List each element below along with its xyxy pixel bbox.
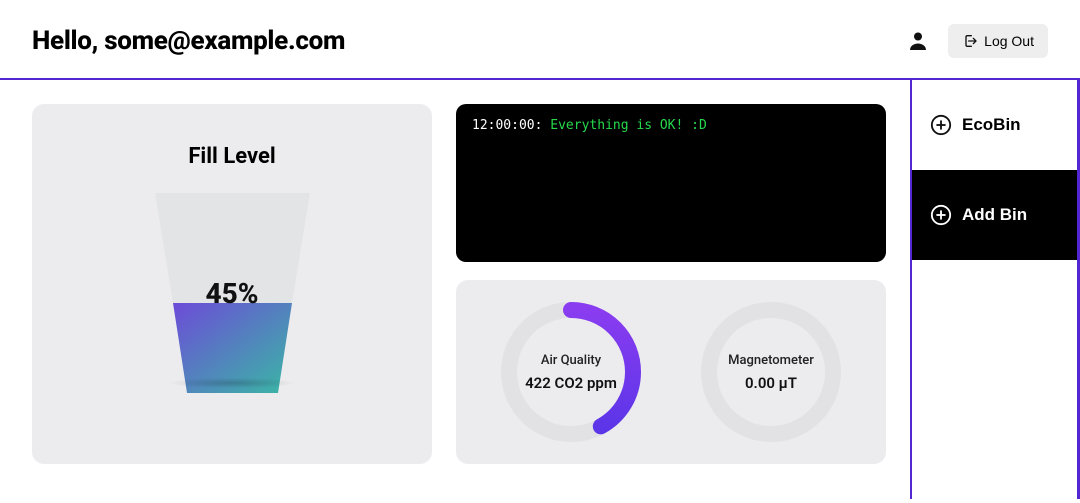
- content: Fill Level 45%: [0, 80, 1080, 499]
- logout-label: Log Out: [984, 33, 1034, 49]
- main: Fill Level 45%: [0, 80, 910, 499]
- left-column: Fill Level 45%: [32, 104, 432, 475]
- air-quality-value: 422 CO2 ppm: [525, 374, 617, 392]
- fill-level-percent: 45%: [205, 277, 258, 310]
- magnetometer-label: Magnetometer: [728, 353, 814, 368]
- logout-button[interactable]: Log Out: [948, 24, 1048, 58]
- console-time: 12:00:00:: [472, 118, 542, 133]
- user-icon[interactable]: [906, 29, 930, 53]
- fill-level-title: Fill Level: [188, 144, 275, 169]
- console-log: 12:00:00: Everything is OK! :D: [456, 104, 886, 262]
- sidebar-item-add-bin[interactable]: Add Bin: [912, 170, 1080, 260]
- logout-icon: [962, 33, 978, 49]
- sidebar-item-ecobin[interactable]: EcoBin: [912, 80, 1080, 170]
- sidebar-item-label: EcoBin: [962, 115, 1021, 135]
- cup-shadow: [167, 378, 297, 389]
- magnetometer-gauge: Magnetometer 0.00 µT: [691, 292, 851, 452]
- fill-level-chart: 45%: [155, 193, 310, 393]
- plus-circle-icon: [930, 114, 952, 136]
- plus-circle-icon: [930, 204, 952, 226]
- air-quality-gauge: Air Quality 422 CO2 ppm: [491, 292, 651, 452]
- air-quality-label: Air Quality: [525, 353, 617, 368]
- header-actions: Log Out: [906, 24, 1048, 58]
- sidebar-item-label: Add Bin: [962, 205, 1027, 225]
- magnetometer-value: 0.00 µT: [728, 374, 814, 392]
- header: Hello, some@example.com Log Out: [0, 0, 1080, 80]
- greeting-prefix: Hello,: [32, 26, 104, 56]
- greeting-email: some@example.com: [104, 26, 345, 56]
- fill-level-card: Fill Level 45%: [32, 104, 432, 464]
- page-title: Hello, some@example.com: [32, 26, 345, 56]
- right-column: 12:00:00: Everything is OK! :D: [456, 104, 886, 475]
- sidebar: EcoBin Add Bin: [910, 80, 1080, 499]
- console-message: Everything is OK! :D: [550, 118, 707, 133]
- gauges-card: Air Quality 422 CO2 ppm Magnetometer 0.0…: [456, 280, 886, 464]
